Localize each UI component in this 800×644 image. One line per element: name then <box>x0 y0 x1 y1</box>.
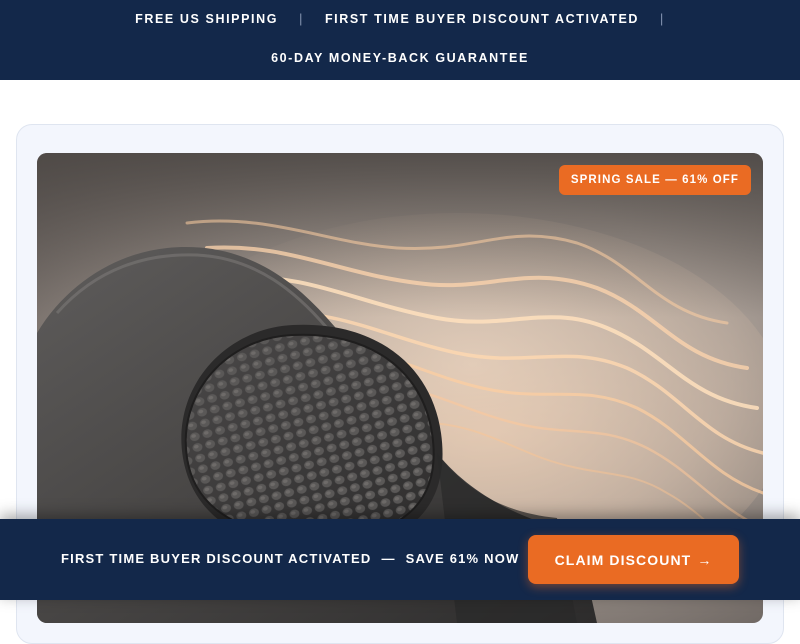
sticky-dash: — <box>381 551 396 566</box>
announcement-discount-activated: FIRST TIME BUYER DISCOUNT ACTIVATED <box>324 12 640 26</box>
sticky-save-offer: SAVE 61% NOW <box>405 551 520 566</box>
claim-discount-label: CLAIM DISCOUNT <box>554 551 692 568</box>
claim-discount-button[interactable]: CLAIM DISCOUNT → <box>528 535 739 584</box>
sale-badge: SPRING SALE — 61% OFF <box>558 165 751 195</box>
announcement-separator: | <box>299 12 304 26</box>
announcement-guarantee: 60-DAY MONEY-BACK GUARANTEE <box>271 51 529 65</box>
announcement-bar: FREE US SHIPPING | FIRST TIME BUYER DISC… <box>0 0 800 80</box>
sticky-offer-text: FIRST TIME BUYER DISCOUNT ACTIVATED — SAVE… <box>61 551 520 566</box>
arrow-right-icon: → <box>697 551 713 568</box>
sticky-discount-bar: FIRST TIME BUYER DISCOUNT ACTIVATED — SAVE… <box>0 519 800 600</box>
sticky-discount-message: FIRST TIME BUYER DISCOUNT ACTIVATED <box>61 551 372 566</box>
announcement-row: FREE US SHIPPING | FIRST TIME BUYER DISC… <box>0 12 800 26</box>
announcement-free-shipping: FREE US SHIPPING <box>135 12 279 26</box>
announcement-separator: | <box>660 12 665 26</box>
